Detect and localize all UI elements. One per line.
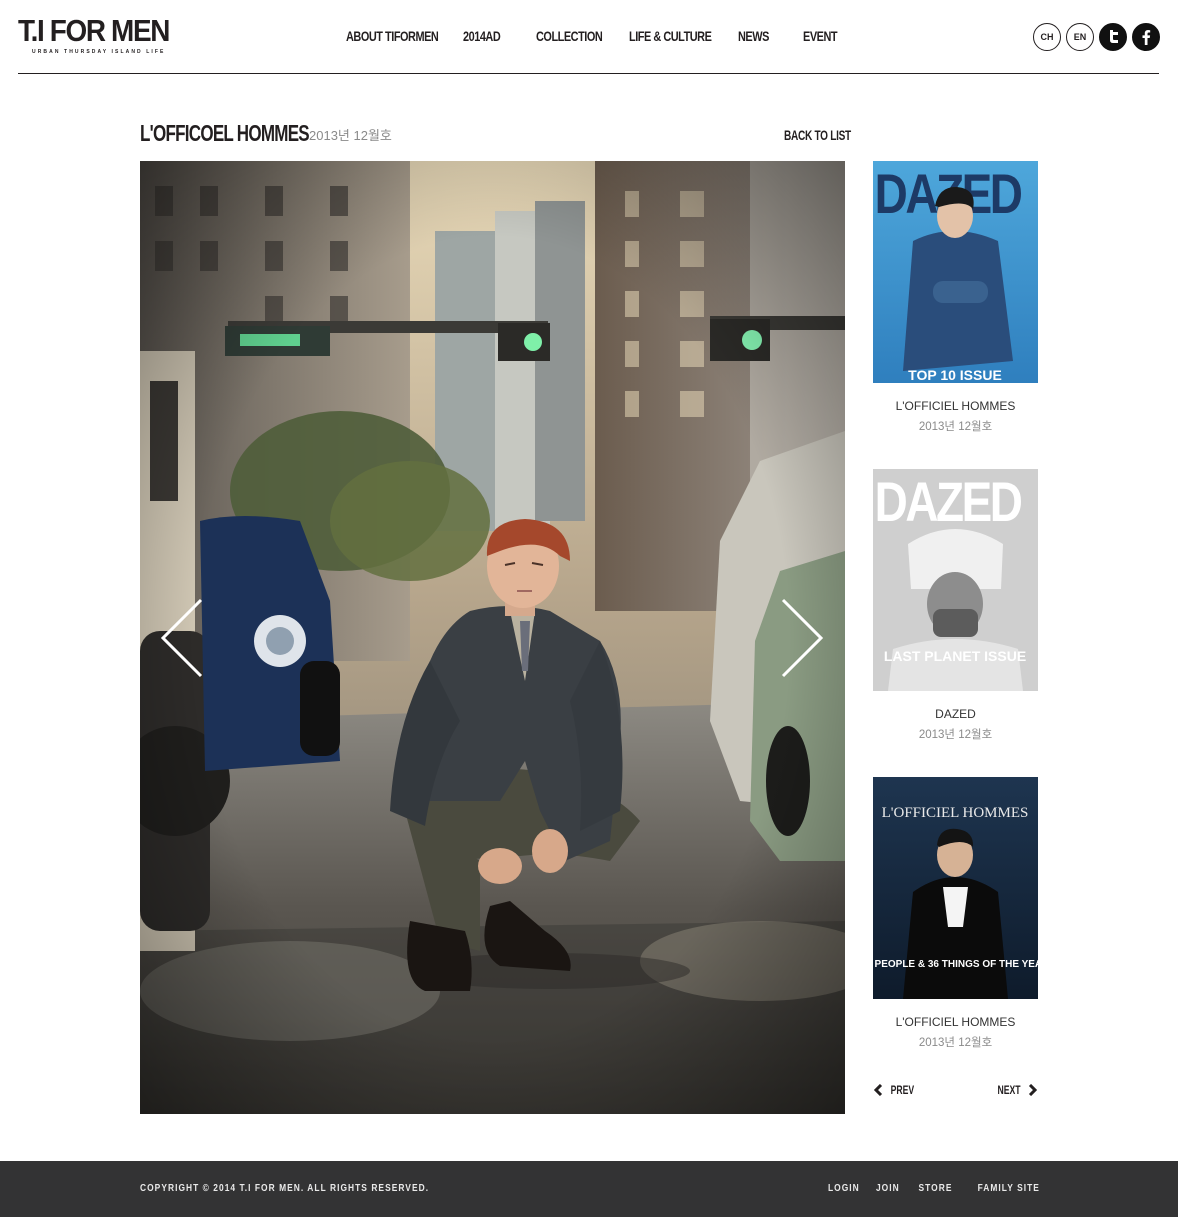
next-label: NEXT [997,1083,1021,1097]
footer-link-join[interactable]: JOIN [876,1182,900,1194]
footer-link-family-site[interactable]: FAMILY SITE [978,1182,1040,1194]
related-item-date: 2013년 12월호 [918,1037,993,1049]
sidebar-pager: PREV NEXT [873,1083,1038,1101]
photo-prev-arrow[interactable] [157,598,205,678]
header-divider [18,73,1159,74]
related-item-2[interactable]: DAZED LAST PLANET ISSUE DAZED 2013년 12월호 [873,469,1038,742]
prev-label: PREV [890,1083,915,1097]
chevron-right-small-icon [1028,1084,1038,1096]
photo-next-arrow[interactable] [779,598,827,678]
cover-2-masthead: DAZED [875,471,1021,533]
logo-tagline: URBAN THURSDAY ISLAND LIFE [32,49,166,55]
footer-links: LOGIN JOIN STORE FAMILY SITE [820,1182,1040,1194]
cover-1-tagline: TOP 10 ISSUE [908,367,1002,383]
nav-item-life-culture[interactable]: LIFE & CULTURE [629,28,712,44]
utility-buttons: CH EN [1033,23,1160,51]
related-item-title: DAZED [935,707,976,721]
magazine-cover-2: DAZED LAST PLANET ISSUE [873,469,1038,691]
cover-3-masthead: L'OFFICIEL HOMMES [882,805,1029,821]
copyright-text: COPYRIGHT © 2014 T.I FOR MEN. ALL RIGHTS… [140,1182,430,1194]
magazine-cover-3: L'OFFICIEL HOMMES 10 PEOPLE & 36 THINGS … [873,777,1038,999]
footer-link-login[interactable]: LOGIN [828,1182,860,1194]
lang-ch-button[interactable]: CH [1033,23,1061,51]
twitter-glyph [1110,30,1118,43]
nav-item-collection[interactable]: COLLECTION [536,28,603,44]
facebook-icon[interactable] [1132,23,1160,51]
site-footer: COPYRIGHT © 2014 T.I FOR MEN. ALL RIGHTS… [0,1161,1178,1217]
chevron-right-icon [781,598,824,678]
site-header: T.I FOR MEN URBAN THURSDAY ISLAND LIFE A… [0,0,1178,75]
facebook-glyph [1142,30,1151,45]
related-item-title: L'OFFICIEL HOMMES [895,1015,1016,1029]
chevron-left-small-icon [873,1084,883,1096]
prev-button[interactable]: PREV [873,1083,919,1097]
street-photo [140,161,845,1114]
related-item-date: 2013년 12월호 [918,729,993,741]
related-item-3[interactable]: L'OFFICIEL HOMMES 10 PEOPLE & 36 THINGS … [873,777,1038,1050]
chevron-left-icon [160,598,203,678]
lang-en-button[interactable]: EN [1066,23,1094,51]
related-item-date: 2013년 12월호 [918,421,993,433]
nav-item-event[interactable]: EVENT [803,28,838,44]
cover-3-tagline: 10 PEOPLE & 36 THINGS OF THE YEAR [873,959,1038,970]
footer-link-store[interactable]: STORE [918,1182,952,1194]
related-item-title: L'OFFICIEL HOMMES [895,399,1016,413]
nav-item-2014ad[interactable]: 2014AD [463,28,501,44]
twitter-icon[interactable] [1099,23,1127,51]
article-title: L'OFFICOEL HOMMES [140,120,310,146]
magazine-cover-1: DAZED TOP 10 ISSUE [873,161,1038,383]
cover-2-tagline: LAST PLANET ISSUE [884,648,1026,664]
article-date: 2013년 12월호 [309,128,392,143]
related-item-1[interactable]: DAZED TOP 10 ISSUE L'OFFICIEL HOMMES 201… [873,161,1038,434]
next-button[interactable]: NEXT [993,1083,1038,1097]
nav-item-news[interactable]: NEWS [738,28,769,44]
back-to-list-link[interactable]: BACK TO LIST [784,127,851,143]
nav-item-about[interactable]: ABOUT TIFORMEN [346,28,439,44]
logo-text: T.I FOR MEN [18,13,170,48]
site-logo[interactable]: T.I FOR MEN URBAN THURSDAY ISLAND LIFE [18,13,170,60]
main-photo [140,161,845,1114]
